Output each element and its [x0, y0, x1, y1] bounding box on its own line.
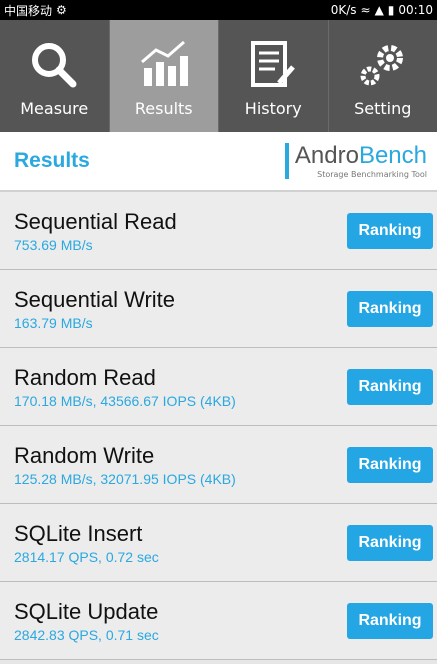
tab-setting[interactable]: Setting: [329, 20, 437, 132]
status-bar: 中国移动 ⚙ 0K/s ≈ ▲ ▮ 00:10: [0, 0, 437, 20]
ranking-button[interactable]: Ranking: [347, 602, 433, 639]
tab-label: History: [244, 98, 302, 118]
result-name: SQLite Update: [14, 598, 159, 624]
signal-icon: ▲: [374, 3, 384, 17]
ranking-button[interactable]: Ranking: [347, 290, 433, 327]
search-icon: [29, 35, 79, 95]
network-speed: 0K/s: [330, 3, 357, 17]
ranking-button[interactable]: Ranking: [347, 446, 433, 483]
tab-label: Setting: [354, 98, 412, 118]
tab-label: Measure: [20, 98, 89, 118]
result-value: 2842.83 QPS, 0.71 sec: [14, 626, 159, 643]
carrier-label: 中国移动: [4, 3, 53, 18]
results-list: Sequential Read 753.69 MB/s Ranking Seque…: [0, 192, 437, 660]
result-row-sqlite-insert: SQLite Insert 2814.17 QPS, 0.72 sec Ranki…: [0, 504, 437, 582]
chart-icon: [138, 35, 190, 95]
tab-history[interactable]: History: [219, 20, 329, 132]
result-value: 170.18 MB/s, 43566.67 IOPS (4KB): [14, 392, 236, 409]
page-title: Results: [14, 149, 90, 172]
result-value: 753.69 MB/s: [14, 236, 93, 253]
tab-results[interactable]: Results: [109, 20, 219, 132]
result-name: Sequential Read: [14, 208, 177, 234]
result-row-random-write: Random Write 125.28 MB/s, 32071.95 IOPS (…: [0, 426, 437, 504]
androbench-logo: AndroBench Storage Benchmarking Tool: [284, 143, 427, 179]
result-name: Random Read: [14, 364, 156, 390]
result-row-sequential-read: Sequential Read 753.69 MB/s Ranking: [0, 192, 437, 270]
document-icon: [249, 35, 297, 95]
result-row-random-read: Random Read 170.18 MB/s, 43566.67 IOPS (4…: [0, 348, 437, 426]
result-row-sqlite-update: SQLite Update 2842.83 QPS, 0.71 sec Ranki…: [0, 582, 437, 660]
ranking-button[interactable]: Ranking: [347, 212, 433, 249]
result-row-sequential-write: Sequential Write 163.79 MB/s Ranking: [0, 270, 437, 348]
tab-measure[interactable]: Measure: [0, 20, 110, 132]
gear-icon: [356, 35, 410, 95]
result-value: 163.79 MB/s: [14, 314, 93, 331]
results-header: Results AndroBench Storage Benchmarking …: [0, 132, 437, 192]
result-name: Random Write: [14, 442, 155, 468]
clock: 00:10: [398, 3, 433, 17]
wifi-icon: ≈: [360, 3, 371, 17]
result-name: Sequential Write: [14, 286, 176, 312]
ranking-button[interactable]: Ranking: [347, 368, 433, 405]
battery-icon: ▮: [387, 3, 395, 17]
result-value: 2814.17 QPS, 0.72 sec: [14, 548, 159, 565]
result-value: 125.28 MB/s, 32071.95 IOPS (4KB): [14, 470, 236, 487]
tab-label: Results: [134, 98, 193, 118]
result-name: SQLite Insert: [14, 520, 143, 546]
notification-icon: ⚙: [56, 3, 67, 17]
tab-bar: Measure Results History Setting: [0, 20, 437, 132]
ranking-button[interactable]: Ranking: [347, 524, 433, 561]
